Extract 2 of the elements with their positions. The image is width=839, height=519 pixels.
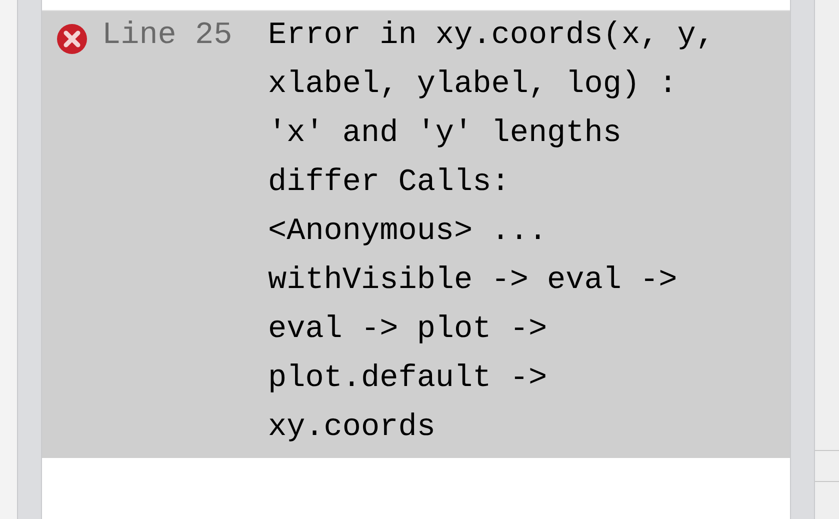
line-number: Line 25 [102,23,234,49]
error-message: Error in xy.coords(x, y, xlabel, ylabel, log) : 'x' and 'y' lengths differ Calls: <Anonymous> ... withVisible -> eval -> eval -> plot -> plot.default -> xy.coords [268,17,716,447]
